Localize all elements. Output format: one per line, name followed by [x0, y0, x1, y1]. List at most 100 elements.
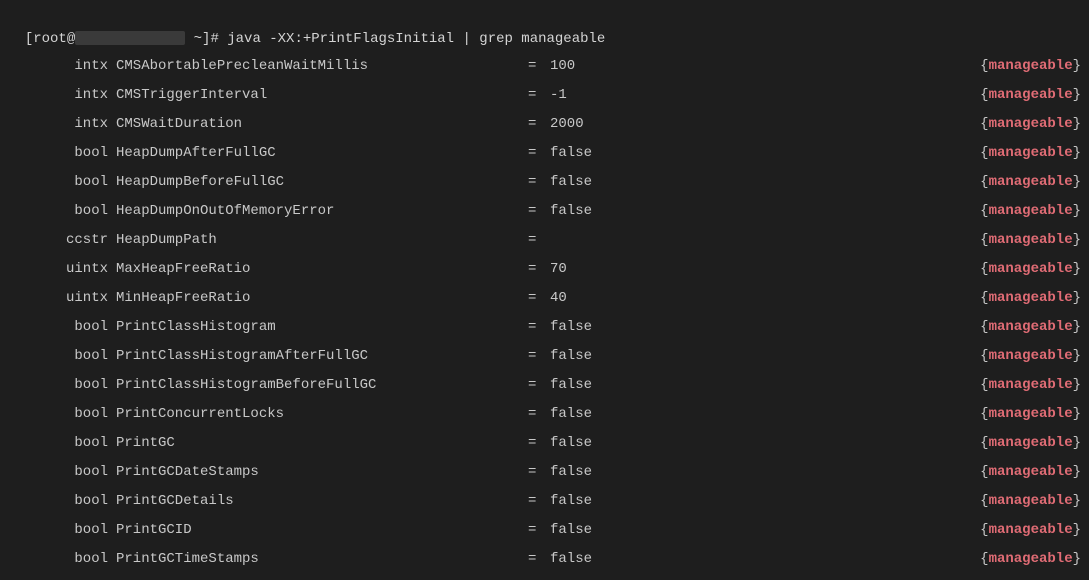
attr-keyword: manageable: [989, 116, 1073, 132]
equals-sign: =: [528, 201, 544, 222]
flag-value: -1: [544, 85, 980, 106]
flag-row: boolHeapDumpOnOutOfMemoryError=false{man…: [8, 197, 1081, 226]
flag-attr: {manageable}: [980, 433, 1081, 454]
flag-row: intxCMSAbortablePrecleanWaitMillis=100{m…: [8, 52, 1081, 81]
flag-value: [544, 230, 980, 251]
prompt-suffix: ~]#: [185, 31, 227, 47]
flag-attr: {manageable}: [980, 143, 1081, 164]
flag-type: bool: [8, 491, 108, 512]
flag-name: PrintClassHistogram: [108, 317, 528, 338]
flag-type: uintx: [8, 259, 108, 280]
equals-sign: =: [528, 143, 544, 164]
flag-name: HeapDumpOnOutOfMemoryError: [108, 201, 528, 222]
prompt-prefix: [root@: [25, 31, 75, 47]
equals-sign: =: [528, 288, 544, 309]
flag-attr: {manageable}: [980, 201, 1081, 222]
flag-name: CMSAbortablePrecleanWaitMillis: [108, 56, 528, 77]
flag-name: PrintClassHistogramAfterFullGC: [108, 346, 528, 367]
flag-value: 100: [544, 56, 980, 77]
flag-type: bool: [8, 520, 108, 541]
flag-name: PrintGCID: [108, 520, 528, 541]
flag-row: boolPrintGCTimeStamps=false{manageable}: [8, 545, 1081, 574]
flag-value: 2000: [544, 114, 980, 135]
flag-value: false: [544, 201, 980, 222]
equals-sign: =: [528, 114, 544, 135]
attr-keyword: manageable: [989, 290, 1073, 306]
attr-keyword: manageable: [989, 377, 1073, 393]
equals-sign: =: [528, 317, 544, 338]
flag-name: HeapDumpPath: [108, 230, 528, 251]
attr-keyword: manageable: [989, 87, 1073, 103]
flag-type: bool: [8, 375, 108, 396]
flag-row: boolPrintGC=false{manageable}: [8, 429, 1081, 458]
flag-value: false: [544, 549, 980, 570]
flag-attr: {manageable}: [980, 375, 1081, 396]
attr-keyword: manageable: [989, 406, 1073, 422]
flag-attr: {manageable}: [980, 85, 1081, 106]
flag-attr: {manageable}: [980, 462, 1081, 483]
flag-type: intx: [8, 85, 108, 106]
equals-sign: =: [528, 520, 544, 541]
flag-type: uintx: [8, 288, 108, 309]
equals-sign: =: [528, 375, 544, 396]
flag-row: boolPrintClassHistogram=false{manageable…: [8, 313, 1081, 342]
flag-type: bool: [8, 549, 108, 570]
flag-name: PrintGCDetails: [108, 491, 528, 512]
attr-keyword: manageable: [989, 174, 1073, 190]
equals-sign: =: [528, 549, 544, 570]
flag-name: PrintConcurrentLocks: [108, 404, 528, 425]
flag-row: boolPrintGCID=false{manageable}: [8, 516, 1081, 545]
hostname-redacted: [75, 31, 185, 45]
flag-name: CMSTriggerInterval: [108, 85, 528, 106]
attr-keyword: manageable: [989, 348, 1073, 364]
attr-keyword: manageable: [989, 522, 1073, 538]
flag-name: MaxHeapFreeRatio: [108, 259, 528, 280]
flag-row: uintxMinHeapFreeRatio=40{manageable}: [8, 284, 1081, 313]
flag-type: intx: [8, 56, 108, 77]
equals-sign: =: [528, 259, 544, 280]
flag-attr: {manageable}: [980, 491, 1081, 512]
flag-value: false: [544, 520, 980, 541]
flag-value: false: [544, 375, 980, 396]
attr-keyword: manageable: [989, 319, 1073, 335]
flag-attr: {manageable}: [980, 230, 1081, 251]
flag-attr: {manageable}: [980, 288, 1081, 309]
attr-keyword: manageable: [989, 58, 1073, 74]
flag-value: false: [544, 404, 980, 425]
equals-sign: =: [528, 433, 544, 454]
flag-type: bool: [8, 201, 108, 222]
flag-value: false: [544, 491, 980, 512]
flag-row: boolHeapDumpBeforeFullGC=false{manageabl…: [8, 168, 1081, 197]
flag-row: boolHeapDumpAfterFullGC=false{manageable…: [8, 139, 1081, 168]
flag-name: HeapDumpBeforeFullGC: [108, 172, 528, 193]
flag-value: false: [544, 172, 980, 193]
flag-type: bool: [8, 433, 108, 454]
attr-keyword: manageable: [989, 551, 1073, 567]
flag-type: bool: [8, 172, 108, 193]
flag-type: bool: [8, 462, 108, 483]
attr-keyword: manageable: [989, 493, 1073, 509]
flag-type: bool: [8, 346, 108, 367]
flag-type: bool: [8, 317, 108, 338]
flag-value: false: [544, 462, 980, 483]
flag-name: MinHeapFreeRatio: [108, 288, 528, 309]
flag-row: boolPrintGCDateStamps=false{manageable}: [8, 458, 1081, 487]
attr-keyword: manageable: [989, 435, 1073, 451]
flag-attr: {manageable}: [980, 172, 1081, 193]
equals-sign: =: [528, 172, 544, 193]
flag-attr: {manageable}: [980, 317, 1081, 338]
flag-row: intxCMSWaitDuration=2000{manageable}: [8, 110, 1081, 139]
flag-name: PrintGCDateStamps: [108, 462, 528, 483]
equals-sign: =: [528, 85, 544, 106]
command-text: java -XX:+PrintFlagsInitial | grep manag…: [227, 31, 605, 47]
flag-type: intx: [8, 114, 108, 135]
flag-row: ccstrHeapDumpPath={manageable}: [8, 226, 1081, 255]
flag-attr: {manageable}: [980, 549, 1081, 570]
shell-prompt-line: [root@ ~]# java -XX:+PrintFlagsInitial |…: [8, 6, 1081, 52]
equals-sign: =: [528, 56, 544, 77]
attr-keyword: manageable: [989, 232, 1073, 248]
flag-row: boolPrintConcurrentLocks=false{manageabl…: [8, 400, 1081, 429]
flag-attr: {manageable}: [980, 114, 1081, 135]
attr-keyword: manageable: [989, 261, 1073, 277]
attr-keyword: manageable: [989, 145, 1073, 161]
